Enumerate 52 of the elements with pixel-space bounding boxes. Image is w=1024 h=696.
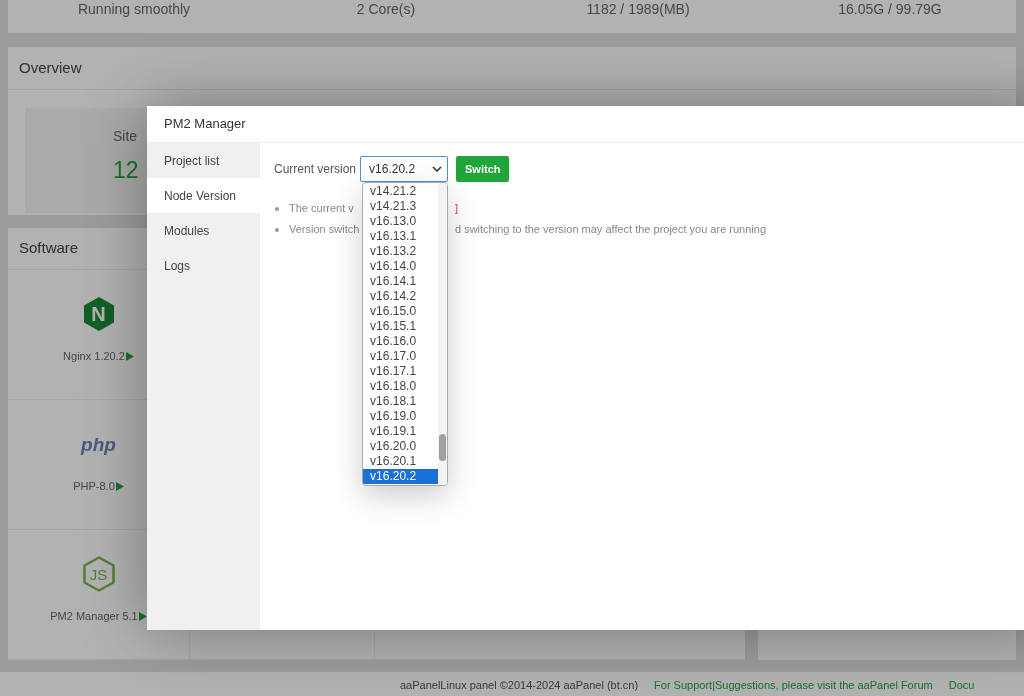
dropdown-option[interactable]: v16.13.2 [363, 244, 439, 259]
status-text: 16.05G / 99.79G [837, 2, 943, 16]
status-text: 2 Core(s) [355, 2, 417, 16]
dropdown-option[interactable]: v14.21.2 [363, 184, 439, 199]
dropdown-option[interactable]: v16.15.1 [363, 319, 439, 334]
software-name: PHP-8.0 [73, 479, 115, 495]
dropdown-option[interactable]: v16.18.0 [363, 379, 439, 394]
sidebar-item[interactable]: Project list [147, 143, 260, 178]
note-text: ] [455, 201, 459, 216]
note-text: d switching to the version may affect the project you are running [455, 222, 767, 237]
scrollbar-thumb[interactable] [439, 434, 447, 461]
status-text: Running smoothly [76, 2, 192, 16]
bullet-icon [275, 227, 279, 232]
note-text: Version switch [289, 222, 360, 237]
dropdown-option[interactable]: v16.18.1 [363, 394, 439, 409]
stat-value: 12 [113, 156, 139, 185]
hexagon-logo-icon: N [83, 297, 114, 332]
software-name: Nginx 1.20.2 [63, 349, 125, 365]
dropdown-option[interactable]: v16.20.1 [363, 454, 439, 469]
dropdown-option[interactable]: v16.16.0 [363, 334, 439, 349]
dropdown-option[interactable]: v16.13.0 [363, 214, 439, 229]
dropdown-option[interactable]: v16.14.0 [363, 259, 439, 274]
dropdown-option[interactable]: v16.17.0 [363, 349, 439, 364]
dropdown-option[interactable]: v16.20.0 [363, 439, 439, 454]
dropdown-option[interactable]: v16.14.1 [363, 274, 439, 289]
dropdown-option[interactable]: v16.19.0 [363, 409, 439, 424]
play-icon[interactable] [138, 612, 147, 621]
bullet-icon [275, 206, 279, 211]
software-name: PM2 Manager 5.1 [50, 609, 138, 625]
dropdown-option[interactable]: v14.21.3 [363, 199, 439, 214]
copyright-text: aaPanelLinux panel ©2014-2024 aaPanel (bt.cn) [400, 680, 639, 691]
php-logo: php [81, 434, 116, 454]
modal-title: PM2 Manager [164, 115, 246, 134]
hexagon-outline-logo-icon: JS [82, 556, 115, 593]
section-title: Overview [19, 57, 82, 78]
dropdown-option[interactable]: v16.19.1 [363, 424, 439, 439]
dropdown-option[interactable]: v16.13.1 [363, 229, 439, 244]
stat-label: Site [113, 127, 138, 146]
chevron-down-icon [432, 166, 443, 172]
status-text: 1182 / 1989(MB) [585, 2, 691, 16]
note-text: The current v [289, 201, 354, 216]
section-title: Software [19, 238, 79, 259]
dropdown-option[interactable]: v16.17.1 [363, 364, 439, 379]
version-label: Current version [274, 161, 357, 178]
dropdown-option[interactable]: v16.14.2 [363, 289, 439, 304]
play-icon[interactable] [115, 482, 124, 491]
dropdown-option[interactable]: v16.20.2 [363, 469, 439, 484]
play-icon[interactable] [125, 352, 134, 361]
sidebar-item[interactable]: Modules [147, 213, 260, 248]
version-select[interactable]: v16.20.2 [360, 156, 449, 182]
sidebar-item[interactable]: Node Version [147, 178, 260, 213]
dropdown-option[interactable]: v16.15.0 [363, 304, 439, 319]
